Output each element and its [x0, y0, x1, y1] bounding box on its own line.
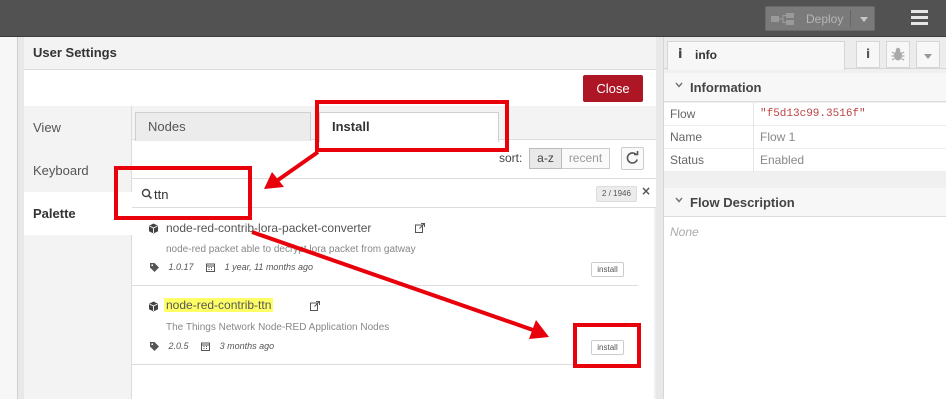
result-count-badge: 2 / 1946: [596, 186, 637, 202]
deploy-flow-icon: [771, 13, 794, 25]
flow-description-panel: None: [664, 217, 946, 399]
chevron-down-icon: [675, 197, 683, 203]
package-version: 1.0.17: [168, 262, 194, 272]
dialog-title: User Settings: [33, 45, 117, 60]
package-icon: [149, 301, 158, 312]
column-divider: [753, 126, 754, 149]
property-key: Status: [670, 153, 705, 167]
settings-side-tabs: View Keyboard Palette: [24, 106, 133, 399]
calendar-icon: [201, 342, 211, 351]
tab-info-label: info: [695, 48, 717, 62]
section-information-label: Information: [690, 80, 762, 95]
section-information[interactable]: Information: [664, 73, 946, 102]
package-updated: 3 months ago: [219, 341, 275, 351]
chevron-down-icon: [924, 54, 932, 59]
column-divider: [753, 103, 754, 126]
refresh-icon: [626, 151, 639, 164]
property-value: Enabled: [760, 153, 805, 167]
side-tab-view[interactable]: View: [24, 106, 132, 149]
calendar-icon: [206, 263, 216, 272]
package-name[interactable]: node-red-contrib-lora-packet-converter: [166, 221, 371, 235]
chevron-down-icon: [675, 82, 683, 88]
bug-icon: [891, 47, 905, 61]
property-key: Flow: [670, 107, 696, 121]
info-sidebar: i info i Information Flow "f5d13c99.3516…: [663, 37, 946, 399]
close-button[interactable]: Close: [583, 75, 643, 102]
column-divider: [753, 149, 754, 172]
sidebar-menu-button[interactable]: [916, 41, 940, 68]
search-results-list: node-red-contrib-lora-packet-converter n…: [132, 208, 656, 399]
dialog-titlebar: User Settings: [24, 37, 656, 70]
tab-nodes[interactable]: Nodes: [135, 112, 311, 141]
package-updated: 1 year, 11 months ago: [224, 262, 313, 272]
external-link-icon[interactable]: [415, 223, 425, 233]
package-meta: 2.0.5 3 months ago: [150, 341, 274, 351]
workspace-edge: [0, 37, 18, 399]
clear-search-icon[interactable]: ×: [641, 184, 651, 198]
annotation-box-search: [114, 166, 252, 220]
section-flow-description-label: Flow Description: [690, 195, 795, 210]
deploy-label: Deploy: [806, 12, 844, 26]
sort-recent-button[interactable]: recent: [562, 148, 610, 169]
flow-properties-table: Flow "f5d13c99.3516f" Name Flow 1 Status…: [664, 103, 946, 172]
install-button[interactable]: install: [591, 262, 624, 277]
flow-description-text: None: [670, 225, 699, 239]
external-link-icon[interactable]: [310, 301, 320, 311]
refresh-button[interactable]: [621, 147, 644, 170]
deploy-dropdown-icon[interactable]: [860, 17, 868, 22]
header-bar: Deploy: [0, 0, 946, 37]
property-key: Name: [670, 130, 703, 144]
package-description: node-red packet able to decrypt lora pac…: [166, 244, 416, 255]
property-value: "f5d13c99.3516f": [760, 108, 866, 120]
package-icon: [149, 223, 158, 234]
deploy-divider: [850, 10, 851, 27]
sort-az-button[interactable]: a-z: [529, 148, 562, 169]
info-icon: i: [678, 47, 683, 62]
sidebar-tab-strip: i info i: [664, 37, 946, 70]
tab-info[interactable]: i info: [667, 41, 845, 70]
tag-icon: [150, 342, 159, 351]
annotation-box-install-tab: [315, 100, 509, 152]
table-row: Name Flow 1: [664, 126, 946, 149]
package-version: 2.0.5: [168, 341, 189, 351]
package-meta: 1.0.17 1 year, 11 months ago: [150, 262, 313, 272]
table-row: Flow "f5d13c99.3516f": [664, 103, 946, 126]
debug-tab-button[interactable]: [886, 41, 910, 68]
results-scrollbar[interactable]: [654, 208, 656, 399]
package-description: The Things Network Node-RED Application …: [166, 322, 390, 333]
table-row: Status Enabled: [664, 149, 946, 172]
sort-label: sort:: [499, 151, 523, 165]
section-flow-description[interactable]: Flow Description: [664, 188, 946, 217]
hamburger-menu-icon[interactable]: [911, 10, 928, 25]
package-name[interactable]: node-red-contrib-ttn: [164, 298, 274, 312]
tag-icon: [150, 263, 159, 272]
info-tab-button[interactable]: i: [856, 41, 880, 68]
property-value: Flow 1: [760, 130, 796, 144]
annotation-box-install-button: [573, 323, 641, 368]
list-item: node-red-contrib-ttn The Things Network …: [132, 287, 638, 365]
deploy-button[interactable]: Deploy: [765, 6, 875, 31]
